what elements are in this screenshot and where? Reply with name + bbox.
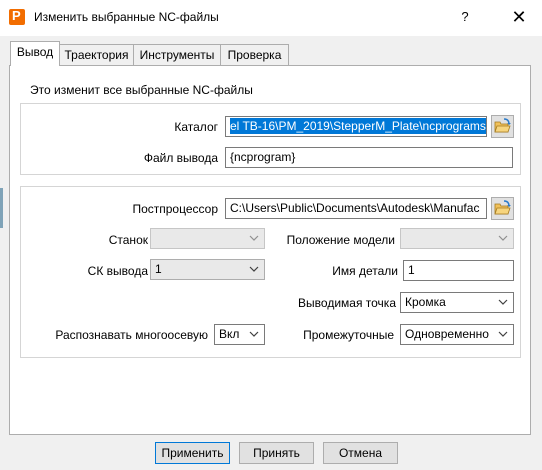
output-point-value: Кромка xyxy=(405,295,446,309)
output-point-label: Выводимая точка xyxy=(298,296,396,310)
accept-button[interactable]: Принять xyxy=(239,442,314,464)
output-cs-label: СК вывода xyxy=(87,264,148,278)
chevron-down-icon xyxy=(249,331,259,337)
chevron-down-icon xyxy=(249,235,259,241)
output-file-field[interactable]: {ncprogram} xyxy=(225,147,513,168)
catalog-field[interactable]: el TB-16\PM_2019\StepperM_Plate\ncprogra… xyxy=(225,116,487,137)
tab-output[interactable]: Вывод xyxy=(10,41,60,66)
background-edge xyxy=(0,188,3,228)
powermill-icon: P xyxy=(9,8,25,25)
output-cs-value: 1 xyxy=(155,262,162,276)
catalog-value: el TB-16\PM_2019\StepperM_Plate\ncprogra… xyxy=(230,118,486,134)
close-button[interactable]: ✕ xyxy=(500,4,538,30)
folder-open-icon xyxy=(494,200,511,215)
part-name-field[interactable]: 1 xyxy=(403,260,514,281)
intermediate-label: Промежуточные xyxy=(303,328,394,342)
postprocessor-label: Постпроцессор xyxy=(132,202,218,216)
multiaxis-select[interactable]: Вкл xyxy=(214,324,265,345)
model-position-select[interactable] xyxy=(400,228,514,249)
chevron-down-icon xyxy=(498,235,508,241)
folder-open-icon xyxy=(494,118,511,133)
multiaxis-label: Распознавать многоосевую xyxy=(55,328,208,342)
chevron-down-icon xyxy=(249,266,259,272)
help-button[interactable]: ? xyxy=(455,9,475,27)
intermediate-select[interactable]: Одновременно xyxy=(400,324,514,345)
output-file-label: Файл вывода xyxy=(143,151,218,165)
postprocessor-browse-button[interactable] xyxy=(491,197,514,220)
tab-trajectory[interactable]: Траектория xyxy=(59,44,134,65)
chevron-down-icon xyxy=(498,299,508,305)
chevron-down-icon xyxy=(498,331,508,337)
machine-label: Станок xyxy=(108,233,148,247)
cancel-button[interactable]: Отмена xyxy=(323,442,398,464)
window-title: Изменить выбранные NC-файлы xyxy=(34,10,219,24)
tab-verification[interactable]: Проверка xyxy=(220,44,289,65)
multiaxis-value: Вкл xyxy=(219,327,240,341)
intermediate-value: Одновременно xyxy=(405,327,489,341)
model-position-label: Положение модели xyxy=(286,233,395,247)
info-text: Это изменит все выбранные NC-файлы xyxy=(30,83,253,97)
tab-tools[interactable]: Инструменты xyxy=(133,44,221,65)
apply-button[interactable]: Применить xyxy=(155,442,230,464)
machine-select[interactable] xyxy=(150,228,265,249)
output-cs-select[interactable]: 1 xyxy=(150,259,265,280)
catalog-browse-button[interactable] xyxy=(491,115,514,138)
catalog-label: Каталог xyxy=(174,120,218,134)
postprocessor-field[interactable]: C:\Users\Public\Documents\Autodesk\Manuf… xyxy=(225,198,487,219)
title-bar: P Изменить выбранные NC-файлы ? ✕ xyxy=(0,0,542,36)
output-point-select[interactable]: Кромка xyxy=(400,292,514,313)
part-name-label: Имя детали xyxy=(332,264,398,278)
